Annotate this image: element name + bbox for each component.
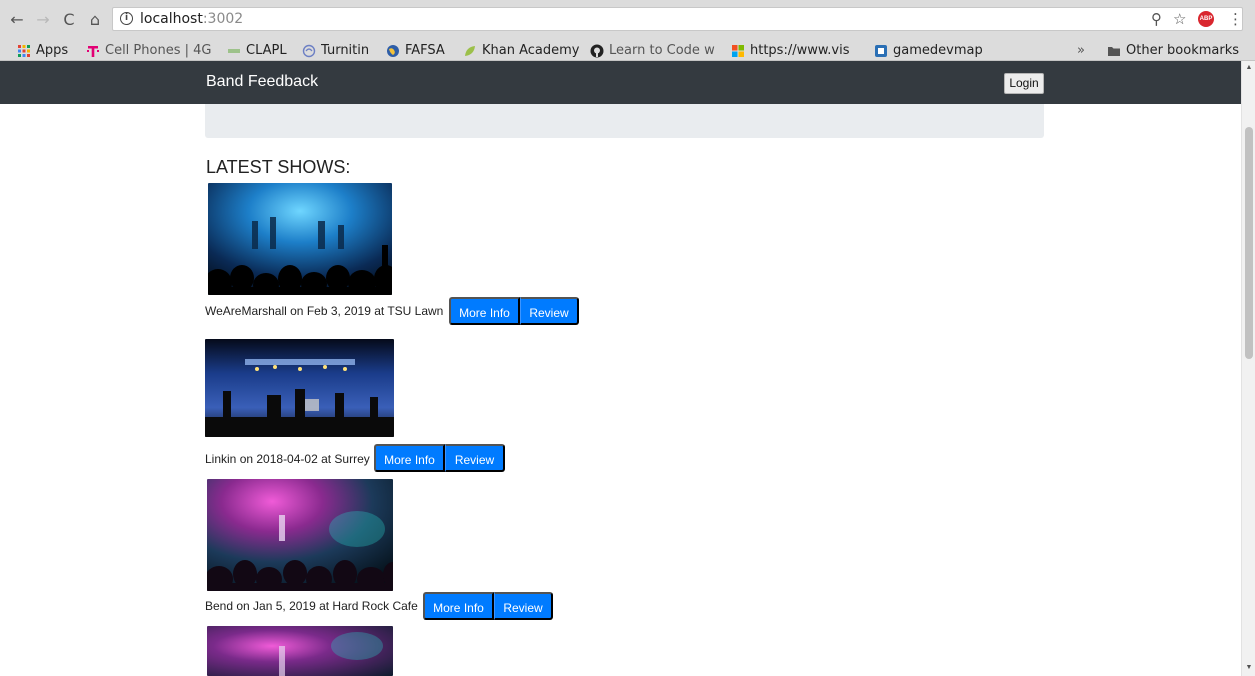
forward-arrow-icon[interactable]: → <box>34 10 52 29</box>
github-icon <box>590 44 604 57</box>
bookmark-label: CLAPL <box>246 43 287 58</box>
show-caption: Bend on Jan 5, 2019 at Hard Rock Cafe <box>205 599 418 613</box>
other-bookmarks-label: Other bookmarks <box>1126 43 1240 58</box>
leaf-icon <box>465 45 475 56</box>
bookmark-fafsa[interactable]: FAFSA <box>386 42 445 59</box>
adblock-icon[interactable]: ABP <box>1198 11 1214 27</box>
turnitin-icon <box>302 44 316 57</box>
overflow-chevron-icon: » <box>1077 43 1085 58</box>
bookmark-gamedevmap[interactable]: gamedevmap <box>874 42 983 59</box>
bookmark-label: Apps <box>36 43 69 58</box>
jumbotron-banner <box>205 104 1044 138</box>
app-navbar: Band Feedback Login <box>0 61 1241 104</box>
reload-icon[interactable]: C <box>60 10 78 29</box>
other-bookmarks-button[interactable]: Other bookmarks <box>1107 42 1239 59</box>
brand-link[interactable]: Band Feedback <box>206 73 318 91</box>
info-icon[interactable]: i <box>120 12 133 25</box>
url-text[interactable]: localhost:3002 <box>140 11 243 27</box>
concert-photo-stage <box>205 339 394 437</box>
bookmark-label: Learn to Code w <box>609 43 715 58</box>
menu-icon[interactable]: ⋮ <box>1228 10 1243 28</box>
bookmark-apps[interactable]: Apps <box>17 42 68 59</box>
bookmark-turnitin[interactable]: Turnitin <box>302 42 369 59</box>
show-image <box>205 339 394 437</box>
star-icon[interactable]: ☆ <box>1173 10 1186 28</box>
url-host: localhost <box>140 11 203 27</box>
globe-icon <box>387 44 399 57</box>
clapl-icon <box>228 48 240 53</box>
bookmarks-bar: Apps Cell Phones | 4G CLAPL Turnitin FAF… <box>0 40 1255 61</box>
more-info-button[interactable]: More Info <box>374 444 445 472</box>
show-caption: WeAreMarshall on Feb 3, 2019 at TSU Lawn <box>205 304 444 318</box>
bookmarks-overflow-button[interactable]: » <box>1077 42 1085 59</box>
review-button[interactable]: Review <box>445 444 505 472</box>
t-mobile-icon <box>87 45 99 57</box>
address-bar[interactable]: i localhost:3002 ⚲ ☆ ABP ⋮ <box>112 7 1243 31</box>
bookmark-vis[interactable]: https://www.vis <box>731 42 864 59</box>
bookmark-label: Khan Academy <box>482 43 580 58</box>
apps-grid-icon <box>18 44 30 57</box>
folder-icon <box>1108 46 1120 56</box>
section-title: LATEST SHOWS: <box>206 157 351 177</box>
concert-photo-pink <box>207 479 393 591</box>
url-port: :3002 <box>202 11 244 27</box>
bookmark-cell-phones[interactable]: Cell Phones | 4G <box>86 42 227 59</box>
scroll-up-icon[interactable]: ▲ <box>1244 63 1254 73</box>
scroll-thumb[interactable] <box>1245 127 1253 359</box>
show-image <box>208 183 392 295</box>
back-arrow-icon[interactable]: ← <box>8 10 26 29</box>
bookmark-clapl[interactable]: CLAPL <box>227 42 287 59</box>
show-image <box>207 626 393 676</box>
scroll-down-icon[interactable]: ▼ <box>1244 663 1254 673</box>
page-scrollbar[interactable]: ▲ ▼ <box>1241 61 1255 676</box>
login-button[interactable]: Login <box>1004 73 1044 94</box>
bookmark-label: Turnitin <box>321 43 370 58</box>
bookmark-khan-academy[interactable]: Khan Academy <box>463 42 580 59</box>
concert-photo-pink-partial <box>207 626 393 676</box>
bookmark-label: Cell Phones | 4G <box>105 43 212 58</box>
zoom-icon[interactable]: ⚲ <box>1151 10 1162 28</box>
home-icon[interactable]: ⌂ <box>86 10 104 29</box>
show-caption: Linkin on 2018-04-02 at Surrey <box>205 452 370 466</box>
review-button[interactable]: Review <box>520 297 579 325</box>
more-info-button[interactable]: More Info <box>423 592 494 620</box>
review-button[interactable]: Review <box>494 592 553 620</box>
bookmark-label: FAFSA <box>405 43 445 58</box>
microsoft-icon <box>732 44 744 57</box>
bookmark-label: gamedevmap <box>893 43 983 58</box>
more-info-button[interactable]: More Info <box>449 297 520 325</box>
bookmark-learn-to-code[interactable]: Learn to Code w <box>590 42 721 59</box>
concert-photo-blue <box>208 183 392 295</box>
browser-toolbar: ← → C ⌂ i localhost:3002 ⚲ ☆ ABP ⋮ <box>0 0 1255 40</box>
show-image <box>207 479 393 591</box>
bookmark-label: https://www.vis <box>750 43 850 58</box>
gamedevmap-icon <box>875 44 887 57</box>
